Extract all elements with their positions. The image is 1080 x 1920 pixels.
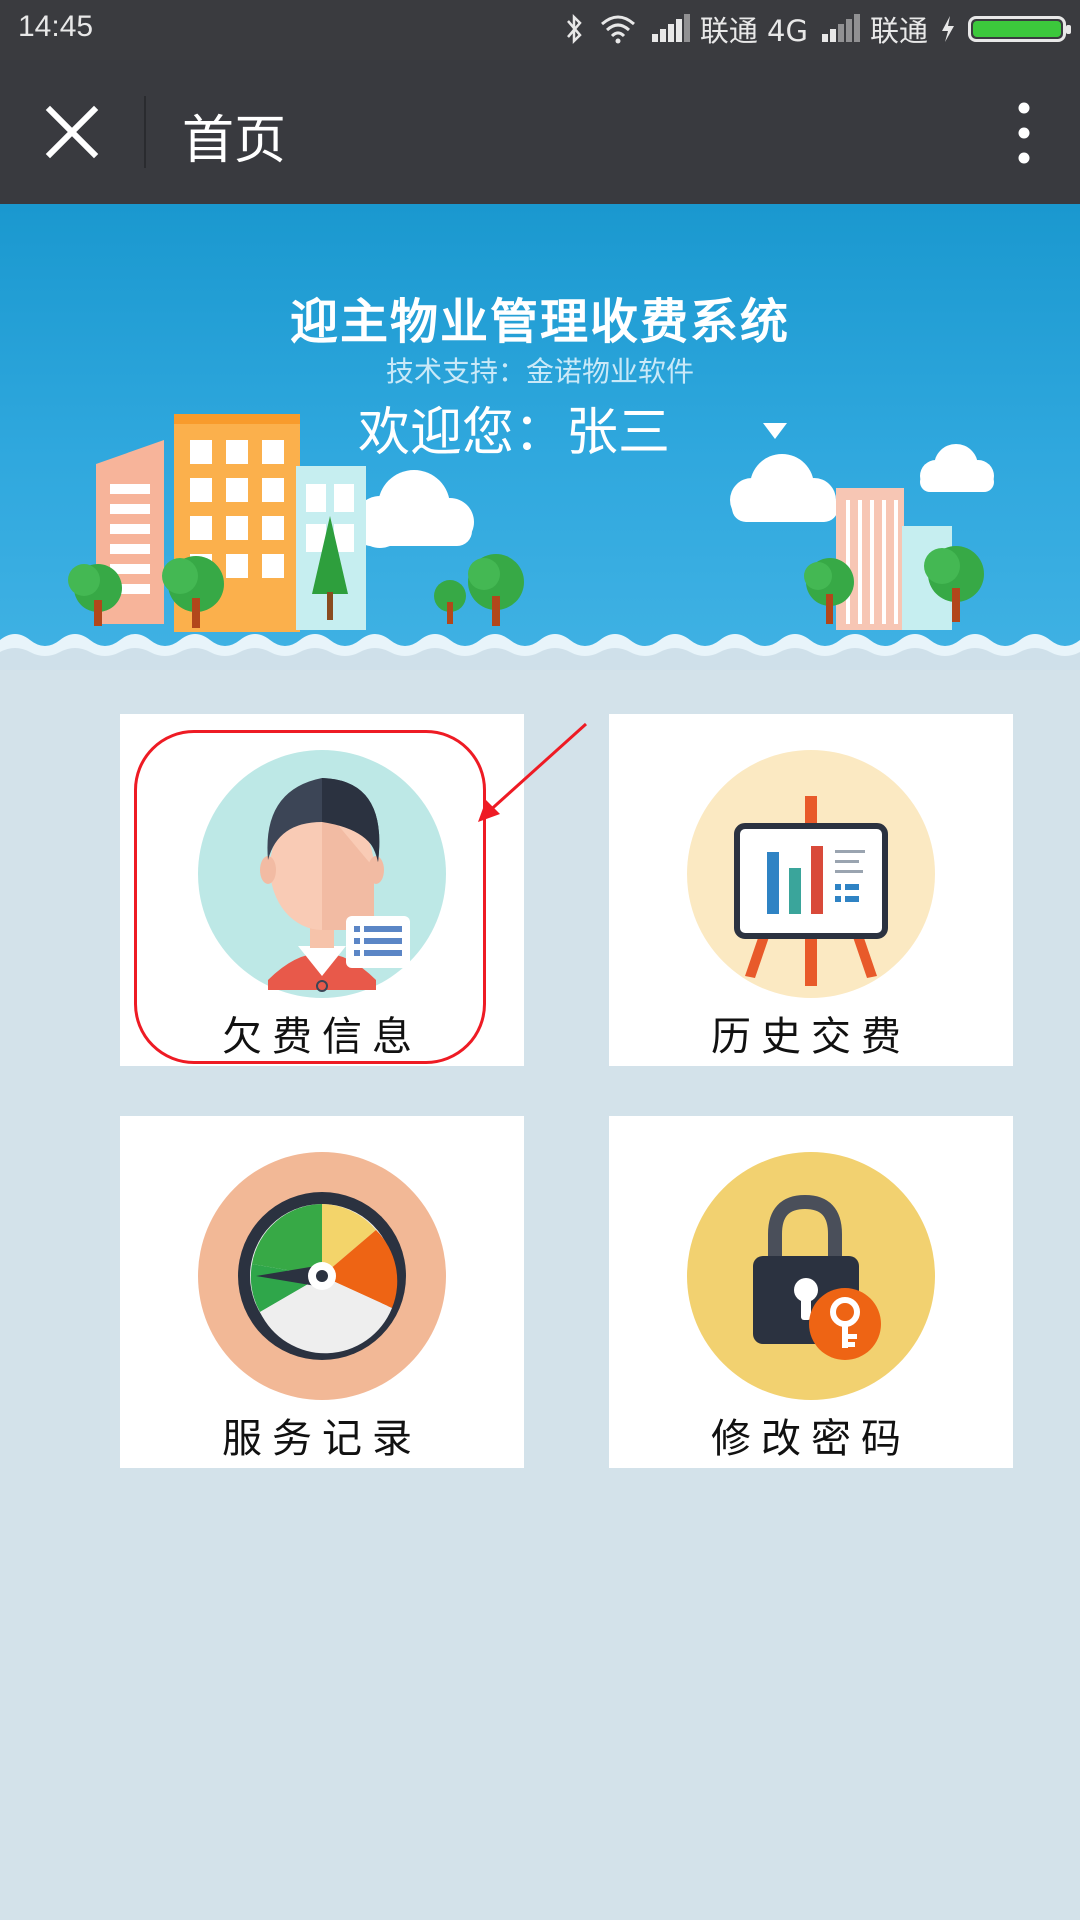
highlight-annotation	[134, 730, 486, 1064]
chevron-down-icon[interactable]	[762, 422, 788, 440]
page-title: 首页	[182, 111, 287, 171]
status-indicators: 联通 4G 联通	[564, 8, 1071, 50]
tile-label: 服务记录	[222, 1416, 422, 1462]
header-banner: 迎主物业管理收费系统 技术支持：金诺物业软件 欢迎您：张三	[0, 204, 1080, 670]
tile-change-password[interactable]: 修改密码	[609, 1116, 1013, 1468]
tile-label: 历史交费	[711, 1014, 911, 1060]
signal-icon	[650, 14, 690, 44]
carrier-2: 联通	[869, 14, 928, 48]
wifi-icon	[600, 15, 635, 44]
carrier-1: 联通 4G	[699, 14, 808, 48]
tile-service-records[interactable]: 服务记录	[120, 1116, 524, 1468]
charging-icon	[942, 16, 954, 42]
status-bar: 14:45 联通 4G 联通	[0, 0, 1080, 60]
annotation-arrow	[478, 722, 588, 822]
tile-payment-history[interactable]: 历史交费	[609, 714, 1013, 1066]
battery-icon	[968, 16, 1071, 42]
more-vertical-icon[interactable]	[1004, 100, 1044, 166]
bluetooth-icon	[566, 13, 582, 45]
status-time: 14:45	[18, 10, 94, 43]
presentation-chart-icon	[687, 750, 935, 998]
signal-icon	[820, 14, 860, 44]
welcome-text: 欢迎您：张三	[358, 403, 671, 463]
lock-key-icon	[687, 1152, 935, 1400]
system-title: 迎主物业管理收费系统	[289, 294, 790, 350]
close-icon[interactable]	[40, 100, 104, 164]
support-text: 技术支持：金诺物业软件	[385, 355, 694, 388]
gauge-icon	[198, 1152, 446, 1400]
title-bar: 首页	[0, 60, 1080, 204]
title-divider	[144, 96, 146, 168]
tile-label: 修改密码	[711, 1416, 911, 1462]
